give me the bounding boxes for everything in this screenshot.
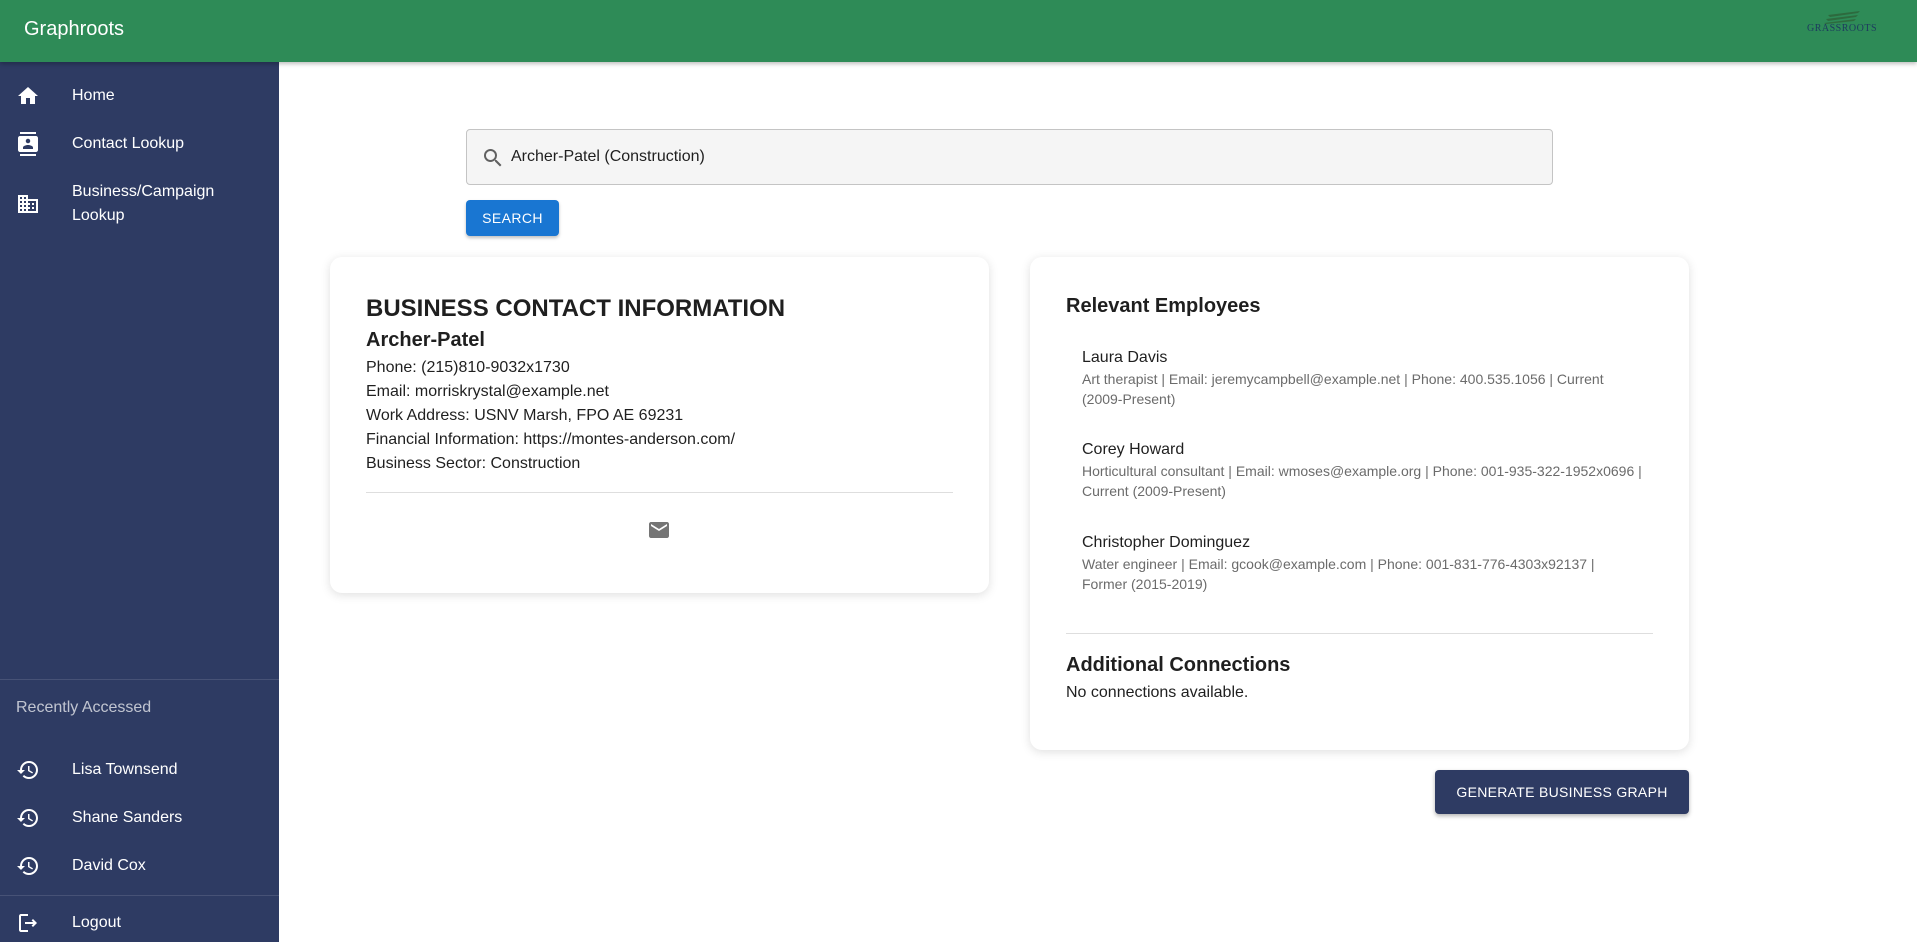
business-financial-info: Financial Information: https://montes-an…: [366, 431, 736, 448]
history-icon: [17, 857, 38, 875]
sidebar-divider: [0, 679, 279, 680]
business-address: Work Address: USNV Marsh, FPO AE 69231: [366, 407, 684, 424]
sidebar-item-business-lookup[interactable]: Business/Campaign Lookup: [0, 180, 279, 236]
sidebar-item-label: Home: [72, 87, 115, 104]
employee-name: Corey Howard: [1082, 441, 1185, 458]
card-divider: [1066, 633, 1653, 634]
business-sector: Business Sector: Construction: [366, 455, 581, 472]
employee-detail: Horticultural consultant | Email: wmoses…: [1082, 463, 1642, 499]
sidebar-item-label: Logout: [72, 914, 121, 931]
business-contact-heading: BUSINESS CONTACT INFORMATION: [366, 295, 786, 322]
search-button[interactable]: SEARCH: [466, 200, 559, 236]
connections-heading: Additional Connections: [1066, 654, 1291, 676]
business-phone: Phone: (215)810-9032x1730: [366, 359, 570, 376]
employee-name: Christopher Dominguez: [1082, 534, 1251, 551]
recent-item-lisa-townsend[interactable]: Lisa Townsend: [0, 758, 279, 806]
sidebar-divider: [0, 895, 279, 896]
search-field[interactable]: [466, 129, 1553, 185]
logout-icon: [19, 914, 37, 932]
logo-flag-icon: [1824, 11, 1860, 24]
app-bar: Graphroots GRASSROOTS: [0, 0, 1917, 62]
list-item: Laura Davis Art therapist | Email: jerem…: [1082, 347, 1642, 409]
email-icon[interactable]: [647, 518, 671, 542]
sidebar-item-label: Shane Sanders: [72, 809, 183, 826]
sidebar-item-label: David Cox: [72, 857, 146, 874]
employees-heading: Relevant Employees: [1066, 295, 1261, 317]
list-item: Corey Howard Horticultural consultant | …: [1082, 439, 1642, 501]
business-contact-card: BUSINESS CONTACT INFORMATION Archer-Pate…: [330, 257, 989, 593]
history-icon: [17, 761, 38, 779]
contact-card-icon: [18, 132, 38, 156]
app-title: Graphroots: [24, 18, 125, 40]
generate-business-graph-button[interactable]: GENERATE BUSINESS GRAPH: [1435, 770, 1689, 814]
card-divider: [366, 492, 953, 493]
employee-detail: Art therapist | Email: jeremycampbell@ex…: [1082, 371, 1604, 407]
sidebar-item-home[interactable]: Home: [0, 84, 279, 132]
sidebar-item-label: Contact Lookup: [72, 135, 185, 152]
sidebar: Home Contact Lookup Business/Campaign Lo…: [0, 62, 279, 942]
history-icon: [17, 809, 38, 827]
sidebar-item-label: Business/Campaign Lookup: [72, 183, 215, 224]
logout-button[interactable]: Logout: [0, 911, 279, 942]
relevant-employees-card: Relevant Employees Laura Davis Art thera…: [1030, 257, 1689, 750]
grassroots-logo: GRASSROOTS: [1803, 10, 1881, 42]
recent-header: Recently Accessed: [16, 699, 152, 716]
business-name: Archer-Patel: [366, 329, 485, 351]
list-item: Christopher Dominguez Water engineer | E…: [1082, 532, 1642, 594]
search-icon: [484, 149, 502, 167]
home-icon: [18, 87, 38, 104]
employee-detail: Water engineer | Email: gcook@example.co…: [1082, 556, 1595, 592]
recent-item-shane-sanders[interactable]: Shane Sanders: [0, 806, 279, 854]
business-building-icon: [18, 195, 38, 213]
search-input[interactable]: [511, 144, 1531, 170]
sidebar-item-contact-lookup[interactable]: Contact Lookup: [0, 132, 279, 180]
sidebar-item-label: Lisa Townsend: [72, 761, 178, 778]
employee-name: Laura Davis: [1082, 349, 1168, 366]
business-email: Email: morriskrystal@example.net: [366, 383, 609, 400]
connections-empty-text: No connections available.: [1066, 684, 1249, 701]
